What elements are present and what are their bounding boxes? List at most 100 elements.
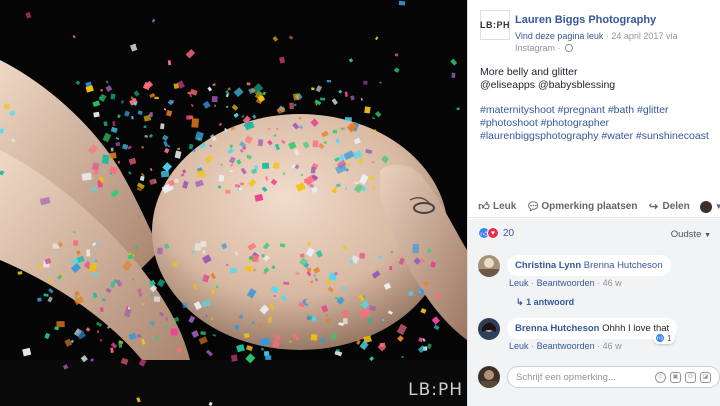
commenter-avatar[interactable] xyxy=(478,318,500,340)
comment-input[interactable]: Schrijf een opmerking... ☺ ▣ G ◪ xyxy=(507,366,720,388)
glitter-flake xyxy=(367,317,373,323)
gif-icon[interactable]: G xyxy=(685,371,696,383)
glitter-flake xyxy=(267,316,272,323)
audience-selector[interactable]: ▼ xyxy=(699,200,720,213)
glitter-flake xyxy=(303,179,311,184)
comment-input-placeholder: Schrijf een opmerking... xyxy=(516,371,616,383)
comment-item: Christina Lynn Brenna Hutcheson Leuk · B… xyxy=(478,255,713,315)
comment-bubble: Brenna Hutcheson Ohhh I love that xyxy=(507,318,678,339)
glitter-flake xyxy=(304,299,307,301)
glitter-flake xyxy=(295,272,300,275)
post-date[interactable]: 24 april 2017 xyxy=(611,31,663,41)
post-hashtags[interactable]: #maternityshoot #pregnant #bath #glitter… xyxy=(480,104,715,143)
glitter-flake xyxy=(394,53,399,57)
comment-mention[interactable]: Brenna Hutcheson xyxy=(584,260,663,271)
comment-item: Brenna Hutcheson Ohhh I love that 👍︎ 1 L… xyxy=(478,318,713,358)
post-message: More belly and glitter @eliseapps @babys… xyxy=(480,66,715,155)
glitter-flake xyxy=(93,169,99,175)
comment-like-badge[interactable]: 👍︎ 1 xyxy=(653,332,676,344)
reply-arrow-icon: ↳ xyxy=(516,297,524,307)
globe-icon xyxy=(565,44,574,52)
glitter-flake xyxy=(382,318,385,322)
share-label: Delen xyxy=(662,201,690,212)
glitter-flake xyxy=(192,149,196,152)
page-name-link[interactable]: Lauren Biggs Photography xyxy=(515,14,656,26)
glitter-flake xyxy=(364,106,371,114)
glitter-flake xyxy=(167,60,172,66)
like-page-link[interactable]: Vind deze pagina leuk xyxy=(515,31,603,41)
glitter-flake xyxy=(160,123,165,130)
comment-reply-link[interactable]: Beantwoorden xyxy=(537,341,595,351)
glitter-flake xyxy=(141,146,144,149)
glitter-flake xyxy=(56,321,65,328)
glitter-flake xyxy=(326,279,331,284)
camera-icon[interactable]: ▣ xyxy=(670,371,681,383)
comment-reply-link[interactable]: Beantwoorden xyxy=(537,278,595,288)
emoji-icon[interactable]: ☺ xyxy=(655,371,666,383)
glitter-flake xyxy=(89,261,97,272)
post-photo[interactable]: LB:PH xyxy=(0,0,467,406)
share-icon: ↪ xyxy=(648,200,659,213)
view-replies-link[interactable]: ↳ 1 antwoord xyxy=(516,297,574,308)
comment-author[interactable]: Brenna Hutcheson xyxy=(515,323,599,334)
like-button[interactable]: 👍︎ Leuk xyxy=(478,201,516,213)
glitter-flake xyxy=(211,96,218,103)
comment-like-link[interactable]: Leuk xyxy=(509,278,529,288)
reactions-summary[interactable]: 👍︎ ♥ 20 xyxy=(478,227,514,239)
sort-label: Oudste xyxy=(670,229,702,240)
glitter-flake xyxy=(310,334,318,341)
comment-time[interactable]: 46 w xyxy=(603,278,622,288)
page-avatar[interactable]: LB:PH xyxy=(480,10,510,40)
comment-actions: Leuk · Beantwoorden · 46 w xyxy=(509,341,622,351)
reaction-count: 20 xyxy=(503,227,515,239)
glitter-flake xyxy=(312,140,319,148)
user-avatar-small xyxy=(699,200,712,213)
glitter-flake xyxy=(214,104,217,108)
glitter-flake xyxy=(238,187,242,191)
glitter-flake xyxy=(73,240,79,246)
glitter-flake xyxy=(261,347,264,351)
composer-tools: ☺ ▣ G ◪ xyxy=(655,371,711,383)
photo-watermark: LB:PH xyxy=(408,380,463,400)
glitter-flake xyxy=(149,321,155,326)
glitter-flake xyxy=(112,121,116,127)
sticker-icon[interactable]: ◪ xyxy=(700,371,711,383)
glitter-flake xyxy=(131,116,134,120)
comment-icon: 💬︎ xyxy=(526,200,541,213)
commenter-avatar[interactable] xyxy=(478,255,500,277)
share-button[interactable]: ↪ Delen xyxy=(647,200,690,213)
glitter-flake xyxy=(110,93,116,100)
comment-time[interactable]: 46 w xyxy=(603,341,622,351)
glitter-flake xyxy=(170,328,178,336)
comment-author[interactable]: Christina Lynn xyxy=(515,260,581,271)
glitter-flake xyxy=(177,147,181,151)
post-actions-bar: 👍︎ Leuk 💬︎ Opmerking plaatsen ↪ Delen ▼ xyxy=(468,196,720,218)
glitter-flake xyxy=(323,140,327,144)
glitter-flake xyxy=(90,258,96,263)
comment-composer: Schrijf een opmerking... ☺ ▣ G ◪ xyxy=(478,366,720,390)
glitter-flake xyxy=(262,162,270,169)
thumbs-up-icon: 👍︎ xyxy=(478,200,490,213)
comment-sort-dropdown[interactable]: Oudste ▼ xyxy=(671,229,711,240)
glitter-flake xyxy=(230,354,238,362)
glitter-flake xyxy=(320,97,326,101)
glitter-flake xyxy=(4,103,10,109)
love-reaction-icon: ♥ xyxy=(487,227,499,239)
caret-down-icon: ▼ xyxy=(704,232,711,239)
chevron-down-icon: ▼ xyxy=(714,202,720,211)
current-user-avatar xyxy=(478,366,500,388)
post-header: LB:PH Lauren Biggs Photography Vind deze… xyxy=(480,10,714,53)
glitter-flake xyxy=(398,0,406,6)
post-side-panel: LB:PH Lauren Biggs Photography Vind deze… xyxy=(467,0,720,406)
glitter-flake xyxy=(86,249,91,257)
glitter-flake xyxy=(310,166,316,174)
comment-like-link[interactable]: Leuk xyxy=(509,341,529,351)
comment-actions: Leuk · Beantwoorden · 46 w xyxy=(509,278,622,288)
glitter-flake xyxy=(257,139,264,147)
glitter-flake xyxy=(154,96,159,100)
glitter-flake xyxy=(186,115,192,120)
comment-button[interactable]: 💬︎ Opmerking plaatsen xyxy=(526,201,637,213)
glitter-flake xyxy=(368,175,374,180)
glitter-flake xyxy=(139,293,143,297)
glitter-flake xyxy=(194,243,201,251)
